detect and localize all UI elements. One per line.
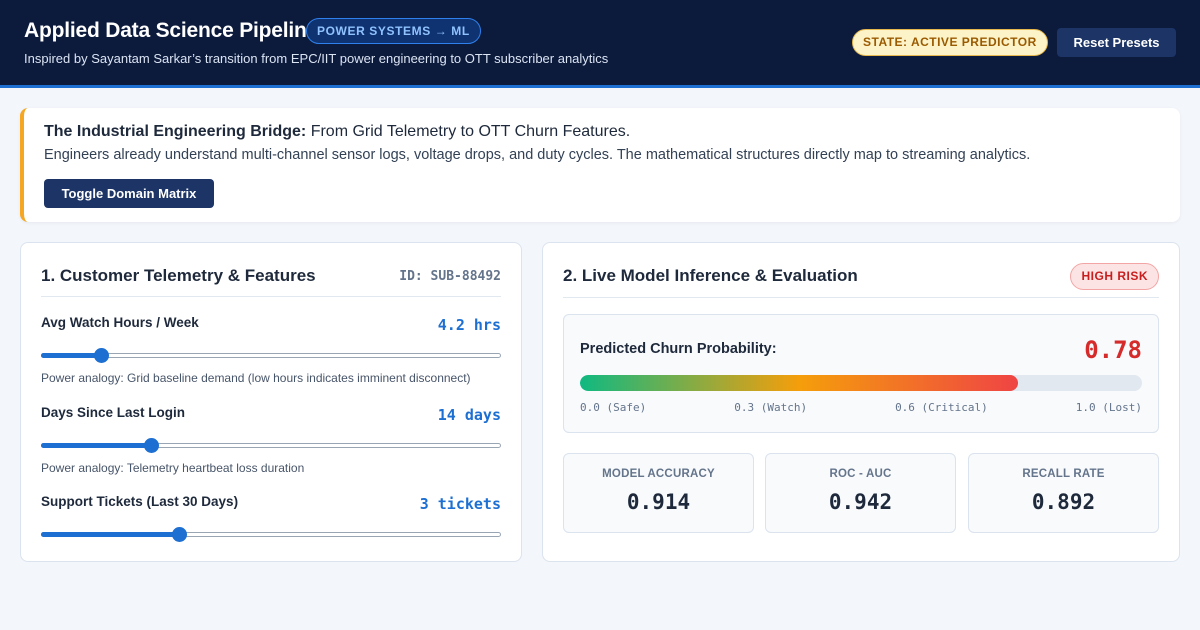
feature-label: Days Since Last Login xyxy=(41,405,186,420)
metric-value: 0.942 xyxy=(828,490,893,514)
subscriber-id: ID: SUB-88492 xyxy=(399,269,501,284)
slider-thumb[interactable] xyxy=(144,438,160,453)
slider-fill xyxy=(41,443,152,448)
inference-panel: 2. Live Model Inference & Evaluation HIG… xyxy=(542,242,1180,562)
feature-analogy: Power analogy: Telemetry heartbeat loss … xyxy=(41,461,305,475)
probability-scale: 0.0 (Safe) 0.3 (Watch) 0.6 (Critical) 1.… xyxy=(580,401,1142,414)
feature-label: Support Tickets (Last 30 Days) xyxy=(41,494,239,509)
slider-fill xyxy=(41,353,101,358)
bridge-heading-rest: From Grid Telemetry to OTT Churn Feature… xyxy=(306,123,631,140)
scale-label-watch: 0.3 (Watch) xyxy=(734,401,808,414)
days-since-login-slider[interactable] xyxy=(41,437,501,453)
bridge-heading-bold: The Industrial Engineering Bridge: xyxy=(44,123,307,140)
support-tickets-slider[interactable] xyxy=(41,526,501,542)
features-panel-title: 1. Customer Telemetry & Features xyxy=(41,266,316,285)
scale-label-critical: 0.6 (Critical) xyxy=(895,401,988,414)
inference-divider xyxy=(563,297,1159,298)
bridge-description: Engineers already understand multi-chann… xyxy=(44,147,1031,163)
slider-thumb[interactable] xyxy=(93,348,109,363)
churn-probability-label: Predicted Churn Probability: xyxy=(580,341,777,357)
features-panel: 1. Customer Telemetry & Features ID: SUB… xyxy=(20,242,522,562)
feature-value: 3 tickets xyxy=(419,495,501,513)
feature-days-since-login: Days Since Last Login 14 days Power anal… xyxy=(41,405,501,485)
metric-value: 0.914 xyxy=(626,490,691,514)
metric-value: 0.892 xyxy=(1031,490,1096,514)
metric-label: ROC - AUC xyxy=(829,468,892,480)
slider-track xyxy=(41,353,501,358)
risk-badge: HIGH RISK xyxy=(1070,263,1159,290)
feature-label: Avg Watch Hours / Week xyxy=(41,315,199,330)
reset-presets-button[interactable]: Reset Presets xyxy=(1057,28,1176,57)
bridge-heading: The Industrial Engineering Bridge: From … xyxy=(44,123,630,141)
state-badge: STATE: ACTIVE PREDICTOR xyxy=(852,29,1048,56)
page-title: Applied Data Science Pipeline xyxy=(24,19,319,42)
scale-label-lost: 1.0 (Lost) xyxy=(1075,401,1142,414)
churn-probability-bar xyxy=(580,375,1142,391)
churn-probability-box: Predicted Churn Probability: 0.78 0.0 (S… xyxy=(563,314,1159,433)
feature-watch-hours: Avg Watch Hours / Week 4.2 hrs Power ana… xyxy=(41,315,501,395)
slider-thumb[interactable] xyxy=(172,527,187,542)
feature-value: 4.2 hrs xyxy=(437,316,501,334)
header-bar: Applied Data Science Pipeline POWER SYST… xyxy=(0,0,1200,88)
feature-support-tickets: Support Tickets (Last 30 Days) 3 tickets xyxy=(41,494,501,561)
metric-card-recall: RECALL RATE 0.892 xyxy=(968,453,1159,533)
domain-badge: POWER SYSTEMS → ML xyxy=(306,18,481,44)
toggle-domain-matrix-button[interactable]: Toggle Domain Matrix xyxy=(44,179,214,208)
metric-label: RECALL RATE xyxy=(1022,468,1105,480)
bridge-callout: The Industrial Engineering Bridge: From … xyxy=(20,108,1180,222)
inference-panel-title: 2. Live Model Inference & Evaluation xyxy=(563,266,858,285)
header-subtitle: Inspired by Sayantam Sarkar’s transition… xyxy=(24,51,609,66)
features-divider xyxy=(41,296,501,297)
churn-probability-fill xyxy=(580,375,1019,391)
slider-fill xyxy=(41,532,179,537)
churn-probability-value: 0.78 xyxy=(1084,336,1142,364)
metric-label: MODEL ACCURACY xyxy=(602,468,715,480)
watch-hours-slider[interactable] xyxy=(41,347,501,363)
metric-card-roc-auc: ROC - AUC 0.942 xyxy=(765,453,956,533)
scale-label-safe: 0.0 (Safe) xyxy=(580,401,647,414)
feature-analogy: Power analogy: Grid baseline demand (low… xyxy=(41,371,471,385)
feature-value: 14 days xyxy=(437,406,501,424)
metric-card-accuracy: MODEL ACCURACY 0.914 xyxy=(563,453,754,533)
